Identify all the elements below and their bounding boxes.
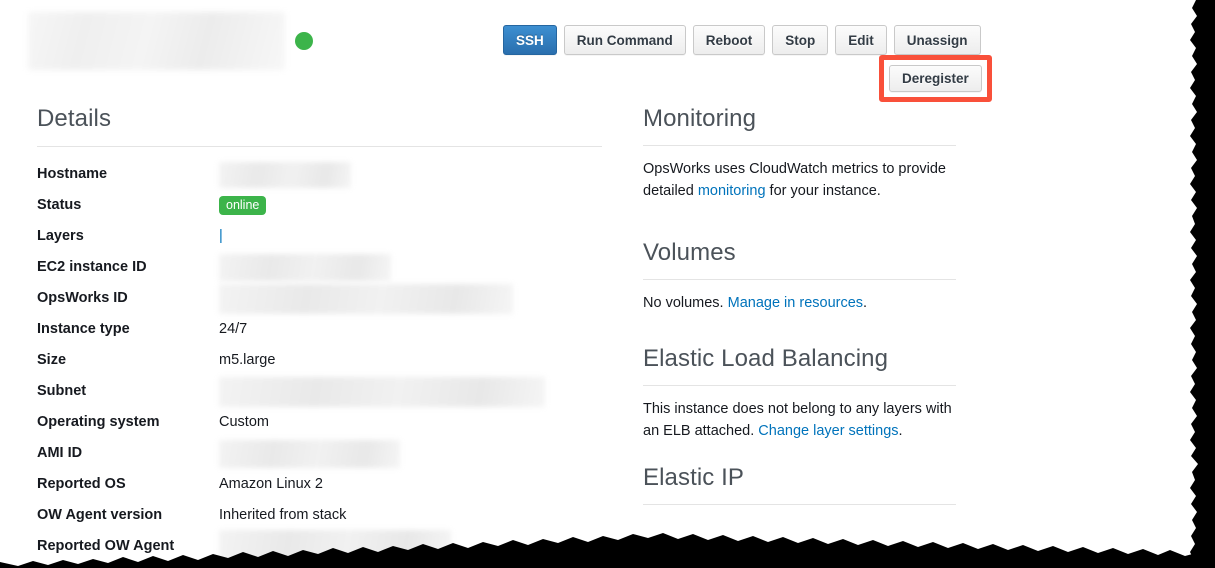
monitoring-divider (643, 145, 956, 146)
instance-details-page: SSH Run Command Reboot Stop Edit Unassig… (0, 0, 1215, 568)
unassign-button[interactable]: Unassign (893, 25, 981, 55)
detail-value: online (219, 196, 267, 215)
elastic-ip-divider (643, 504, 956, 505)
detail-value (219, 283, 513, 314)
monitoring-heading: Monitoring (643, 105, 757, 132)
detail-label: Size (37, 352, 67, 368)
elb-text-after: . (898, 423, 903, 439)
deregister-button[interactable]: Deregister (889, 65, 982, 92)
detail-value (219, 439, 400, 468)
redacted-value (219, 439, 400, 468)
detail-value: Amazon Linux 2 (219, 476, 323, 492)
elb-description: This instance does not belong to any lay… (643, 398, 955, 442)
details-panel: Details Hostname Status online Layers | … (37, 104, 602, 564)
layer-link[interactable]: | (219, 221, 223, 252)
monitoring-text-after: for your instance. (765, 183, 881, 199)
elb-heading: Elastic Load Balancing (643, 345, 889, 372)
volumes-text-after: . (863, 295, 868, 311)
detail-label: Reported OS (37, 476, 126, 492)
details-divider (37, 146, 602, 147)
instance-status-dot-icon (295, 32, 313, 50)
detail-value: Inherited from stack (219, 507, 347, 523)
detail-value (219, 254, 391, 281)
detail-row-ow-agent-version: OW Agent version Inherited from stack (37, 500, 602, 531)
monitoring-description: OpsWorks uses CloudWatch metrics to prov… (643, 158, 955, 202)
elb-divider (643, 385, 956, 386)
status-badge: online (219, 196, 267, 215)
detail-label: EC2 instance ID (37, 259, 147, 275)
right-column: Monitoring OpsWorks uses CloudWatch metr… (643, 104, 956, 517)
detail-label: Operating system (37, 414, 160, 430)
detail-label: Layers (37, 228, 84, 244)
detail-row-layers: Layers | (37, 221, 602, 252)
redacted-value (219, 529, 451, 564)
detail-value: 24/7 (219, 321, 248, 337)
details-heading: Details (37, 105, 112, 132)
instance-title-redacted (28, 12, 285, 70)
volumes-description: No volumes. Manage in resources. (643, 292, 955, 314)
detail-value (219, 376, 545, 407)
detail-label: OW Agent version (37, 507, 163, 523)
run-command-button[interactable]: Run Command (563, 25, 686, 55)
detail-label: Hostname (37, 166, 108, 182)
redacted-value (219, 283, 513, 314)
detail-value: Custom (219, 414, 269, 430)
elastic-ip-heading: Elastic IP (643, 464, 745, 491)
detail-label: OpsWorks ID (37, 290, 128, 306)
detail-value (219, 529, 451, 564)
page-header: SSH Run Command Reboot Stop Edit Unassig… (0, 0, 1215, 102)
deregister-highlight-box: Deregister (879, 55, 992, 102)
redacted-value (219, 376, 545, 407)
redacted-value (219, 161, 351, 188)
detail-row-operating-system: Operating system Custom (37, 407, 602, 438)
detail-row-size: Size m5.large (37, 345, 602, 376)
detail-label: Status (37, 197, 82, 213)
detail-row-opsworks-id: OpsWorks ID (37, 283, 602, 314)
manage-in-resources-link[interactable]: Manage in resources (728, 295, 863, 311)
detail-row-reported-os: Reported OS Amazon Linux 2 (37, 469, 602, 500)
detail-label: AMI ID (37, 445, 83, 461)
detail-label: Subnet (37, 383, 87, 399)
edit-button[interactable]: Edit (835, 25, 887, 55)
volumes-heading: Volumes (643, 239, 736, 266)
detail-row-ec2-instance-id: EC2 instance ID (37, 252, 602, 283)
ssh-button[interactable]: SSH (503, 25, 557, 55)
volumes-text-before: No volumes. (643, 295, 728, 311)
detail-row-reported-ow-agent: Reported OW Agent (37, 529, 602, 564)
detail-row-status: Status online (37, 190, 602, 221)
action-button-bar: SSH Run Command Reboot Stop Edit Unassig… (503, 25, 981, 55)
reboot-button[interactable]: Reboot (692, 25, 766, 55)
volumes-divider (643, 279, 956, 280)
detail-row-ami-id: AMI ID (37, 438, 602, 469)
detail-row-instance-type: Instance type 24/7 (37, 314, 602, 345)
redacted-value (219, 254, 391, 281)
detail-value (219, 161, 351, 188)
monitoring-link[interactable]: monitoring (698, 183, 766, 199)
detail-value: m5.large (219, 352, 276, 368)
detail-row-subnet: Subnet (37, 376, 602, 407)
stop-button[interactable]: Stop (772, 25, 829, 55)
detail-label: Instance type (37, 321, 130, 337)
change-layer-settings-link[interactable]: Change layer settings (758, 423, 898, 439)
detail-label: Reported OW Agent (37, 538, 175, 554)
detail-row-hostname: Hostname (37, 159, 602, 190)
detail-value: | (219, 221, 223, 252)
